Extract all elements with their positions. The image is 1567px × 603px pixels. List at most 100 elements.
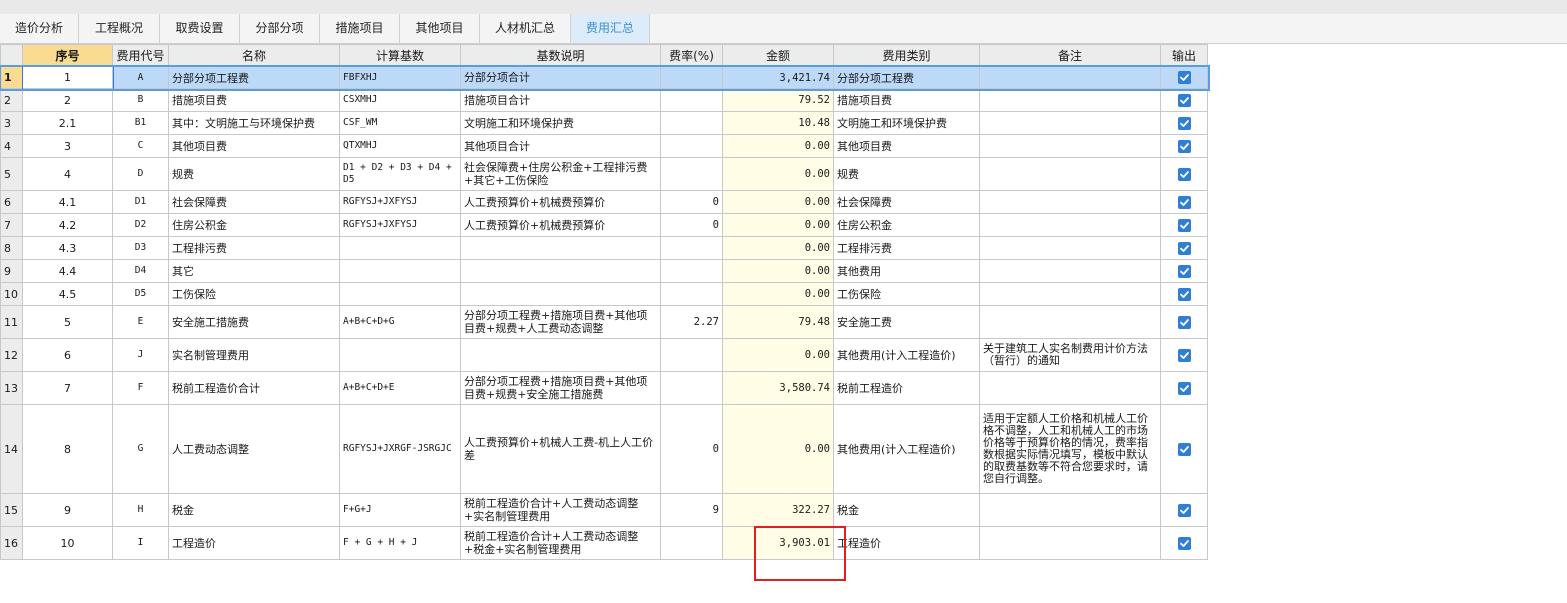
header-rate[interactable]: 费率(%) bbox=[660, 44, 723, 67]
name-cell[interactable]: 工程造价 bbox=[168, 526, 340, 560]
name-cell[interactable]: 人工费动态调整 bbox=[168, 404, 340, 494]
base-cell[interactable]: D1 + D2 + D3 + D4 + D5 bbox=[339, 157, 461, 191]
code-cell[interactable]: G bbox=[112, 404, 169, 494]
amount-cell[interactable]: 0.00 bbox=[722, 213, 834, 237]
note-cell[interactable]: 关于建筑工人实名制费用计价方法（暂行）的通知 bbox=[979, 338, 1161, 372]
rate-cell[interactable] bbox=[660, 111, 723, 135]
table-row[interactable]: 1 1 A 分部分项工程费 FBFXHJ 分部分项合计 3,421.74 分部分项工程费 bbox=[0, 64, 1210, 91]
seq-cell[interactable]: 3 bbox=[22, 134, 113, 158]
category-cell[interactable]: 文明施工和环境保护费 bbox=[833, 111, 980, 135]
output-checkbox[interactable] bbox=[1177, 218, 1191, 232]
amount-cell[interactable]: 10.48 bbox=[722, 111, 834, 135]
row-number[interactable]: 3 bbox=[0, 111, 23, 135]
category-cell[interactable]: 其他项目费 bbox=[833, 134, 980, 158]
category-cell[interactable]: 工程排污费 bbox=[833, 236, 980, 260]
code-cell[interactable]: H bbox=[112, 493, 169, 527]
tab-measures[interactable]: 措施项目 bbox=[320, 14, 400, 43]
output-checkbox[interactable] bbox=[1177, 315, 1191, 329]
note-cell[interactable] bbox=[979, 111, 1161, 135]
output-checkbox[interactable] bbox=[1177, 264, 1191, 278]
amount-cell[interactable]: 3,903.01 bbox=[722, 526, 834, 560]
rate-cell[interactable]: 0 bbox=[660, 404, 723, 494]
name-cell[interactable]: 规费 bbox=[168, 157, 340, 191]
name-cell[interactable]: 工伤保险 bbox=[168, 282, 340, 306]
table-row[interactable]: 11 5 E 安全施工措施费 A+B+C+D+G 分部分项工程费+措施项目费+其他项目费+… bbox=[0, 305, 1208, 339]
note-cell[interactable] bbox=[979, 190, 1161, 214]
note-cell[interactable] bbox=[979, 493, 1161, 527]
base-cell[interactable]: FBFXHJ bbox=[339, 66, 461, 89]
note-cell[interactable] bbox=[979, 259, 1161, 283]
tab-other-items[interactable]: 其他项目 bbox=[400, 14, 480, 43]
rate-cell[interactable] bbox=[660, 259, 723, 283]
base-cell[interactable]: F + G + H + J bbox=[339, 526, 461, 560]
name-cell[interactable]: 措施项目费 bbox=[168, 88, 340, 112]
header-amount[interactable]: 金额 bbox=[722, 44, 834, 67]
amount-cell[interactable]: 0.00 bbox=[722, 157, 834, 191]
base-cell[interactable]: RGFYSJ+JXFYSJ bbox=[339, 213, 461, 237]
base-cell[interactable]: CSF_WM bbox=[339, 111, 461, 135]
tab-cost-analysis[interactable]: 造价分析 bbox=[0, 14, 79, 43]
category-cell[interactable]: 其他费用(计入工程造价) bbox=[833, 404, 980, 494]
output-checkbox[interactable] bbox=[1177, 167, 1191, 181]
name-cell[interactable]: 其中：文明施工与环境保护费 bbox=[168, 111, 340, 135]
base-cell[interactable]: RGFYSJ+JXFYSJ bbox=[339, 190, 461, 214]
seq-cell[interactable]: 5 bbox=[22, 305, 113, 339]
seq-cell[interactable]: 1 bbox=[21, 65, 114, 90]
seq-cell[interactable]: 4 bbox=[22, 157, 113, 191]
name-cell[interactable]: 税前工程造价合计 bbox=[168, 371, 340, 405]
seq-cell[interactable]: 4.4 bbox=[22, 259, 113, 283]
output-checkbox[interactable] bbox=[1177, 241, 1191, 255]
note-cell[interactable]: 适用于定额人工价格和机械人工价格不调整，人工和机械人工的市场价格等于预算价格的情… bbox=[979, 404, 1161, 494]
base-cell[interactable]: CSXMHJ bbox=[339, 88, 461, 112]
name-cell[interactable]: 工程排污费 bbox=[168, 236, 340, 260]
rate-cell[interactable]: 2.27 bbox=[660, 305, 723, 339]
note-cell[interactable] bbox=[979, 236, 1161, 260]
base-cell[interactable]: QTXMHJ bbox=[339, 134, 461, 158]
seq-cell[interactable]: 9 bbox=[22, 493, 113, 527]
header-seq[interactable]: 序号 bbox=[22, 44, 113, 67]
base-cell[interactable]: F+G+J bbox=[339, 493, 461, 527]
code-cell[interactable]: F bbox=[112, 371, 169, 405]
code-cell[interactable]: B1 bbox=[112, 111, 169, 135]
code-cell[interactable]: I bbox=[112, 526, 169, 560]
row-number[interactable]: 10 bbox=[0, 282, 23, 306]
base-cell[interactable] bbox=[339, 236, 461, 260]
row-number[interactable]: 8 bbox=[0, 236, 23, 260]
base-desc-cell[interactable]: 人工费预算价+机械费预算价 bbox=[460, 190, 661, 214]
base-cell[interactable] bbox=[339, 338, 461, 372]
base-desc-cell[interactable]: 人工费预算价+机械费预算价 bbox=[460, 213, 661, 237]
category-cell[interactable]: 规费 bbox=[833, 157, 980, 191]
name-cell[interactable]: 安全施工措施费 bbox=[168, 305, 340, 339]
code-cell[interactable]: D1 bbox=[112, 190, 169, 214]
row-number[interactable]: 15 bbox=[0, 493, 23, 527]
note-cell[interactable] bbox=[979, 305, 1161, 339]
rate-cell[interactable] bbox=[660, 157, 723, 191]
note-cell[interactable] bbox=[979, 526, 1161, 560]
table-row[interactable]: 8 4.3 D3 工程排污费 0.00 工程排污费 bbox=[0, 236, 1208, 260]
rate-cell[interactable] bbox=[660, 236, 723, 260]
base-desc-cell[interactable]: 人工费预算价+机械人工费-机上人工价差 bbox=[460, 404, 661, 494]
output-checkbox[interactable] bbox=[1177, 536, 1191, 550]
output-checkbox[interactable] bbox=[1177, 116, 1191, 130]
seq-cell[interactable]: 2 bbox=[22, 88, 113, 112]
amount-cell[interactable]: 3,421.74 bbox=[722, 66, 834, 89]
header-code[interactable]: 费用代号 bbox=[112, 44, 169, 67]
base-desc-cell[interactable]: 分部分项合计 bbox=[460, 66, 661, 89]
header-name[interactable]: 名称 bbox=[168, 44, 340, 67]
base-desc-cell[interactable]: 其他项目合计 bbox=[460, 134, 661, 158]
code-cell[interactable]: D3 bbox=[112, 236, 169, 260]
code-cell[interactable]: B bbox=[112, 88, 169, 112]
category-cell[interactable]: 工伤保险 bbox=[833, 282, 980, 306]
note-cell[interactable] bbox=[979, 88, 1161, 112]
category-cell[interactable]: 其他费用 bbox=[833, 259, 980, 283]
base-desc-cell[interactable]: 措施项目合计 bbox=[460, 88, 661, 112]
note-cell[interactable] bbox=[979, 371, 1161, 405]
table-row[interactable]: 3 2.1 B1 其中：文明施工与环境保护费 CSF_WM 文明施工和环境保护费 10.48… bbox=[0, 111, 1208, 135]
amount-cell[interactable]: 3,580.74 bbox=[722, 371, 834, 405]
table-row[interactable]: 2 2 B 措施项目费 CSXMHJ 措施项目合计 79.52 措施项目费 bbox=[0, 88, 1208, 112]
row-number[interactable]: 6 bbox=[0, 190, 23, 214]
row-number[interactable]: 5 bbox=[0, 157, 23, 191]
seq-cell[interactable]: 4.1 bbox=[22, 190, 113, 214]
amount-cell[interactable]: 79.48 bbox=[722, 305, 834, 339]
table-row[interactable]: 4 3 C 其他项目费 QTXMHJ 其他项目合计 0.00 其他项目费 bbox=[0, 134, 1208, 158]
